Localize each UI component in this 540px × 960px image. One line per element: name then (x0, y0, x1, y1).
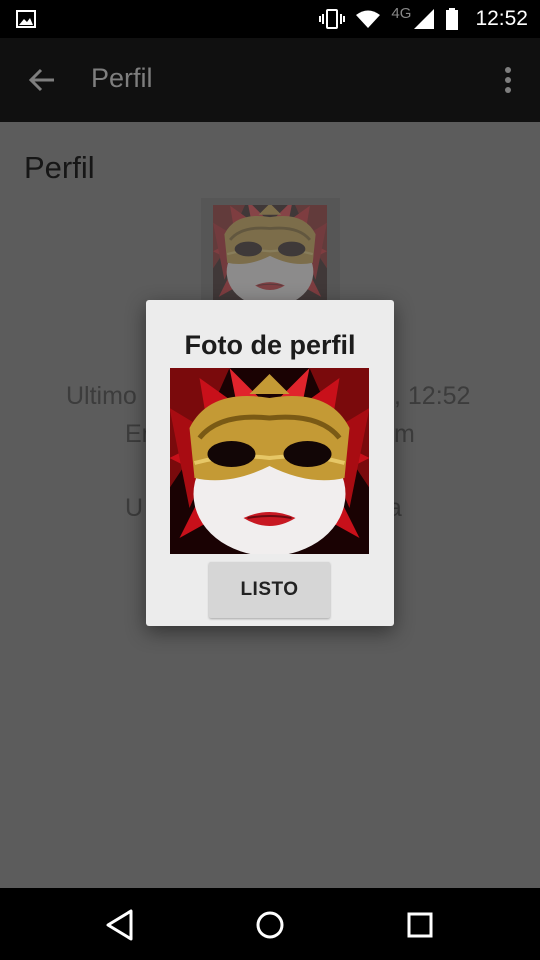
status-time: 12:52 (475, 7, 528, 30)
battery-icon (446, 8, 459, 30)
recents-square-icon[interactable] (403, 908, 437, 942)
navigation-bar (0, 888, 540, 960)
page-heading: Perfil (24, 150, 95, 185)
profile-photo-image (170, 368, 369, 554)
wifi-icon (356, 10, 381, 28)
arrow-back-icon[interactable] (28, 66, 56, 94)
back-triangle-icon[interactable] (103, 908, 137, 942)
app-bar-title: Perfil (91, 63, 153, 93)
gallery-icon (16, 10, 36, 28)
home-circle-icon[interactable] (253, 908, 287, 942)
app-bar: Perfil (0, 38, 540, 122)
vibrate-icon (319, 9, 346, 29)
status-icons: 4G 12:52 (319, 0, 528, 38)
dialog-title: Foto de perfil (184, 330, 356, 360)
more-vert-icon[interactable] (504, 66, 512, 94)
info-line-3-left: U (125, 494, 144, 522)
profile-photo-dialog: Foto de perfil LISTO (146, 300, 394, 626)
last-seen-text-right: , 12:52 (394, 382, 471, 410)
last-seen-text-left: Ultimo (66, 382, 137, 410)
profile-photo-thumb-image (213, 205, 327, 301)
done-button[interactable]: LISTO (209, 562, 330, 618)
profile-photo-thumbnail[interactable] (201, 198, 340, 308)
signal-icon (414, 9, 435, 29)
status-bar: 4G 12:52 (0, 0, 540, 38)
network-type-label: 4G (391, 4, 412, 22)
info-line-2-right: m (394, 420, 415, 448)
